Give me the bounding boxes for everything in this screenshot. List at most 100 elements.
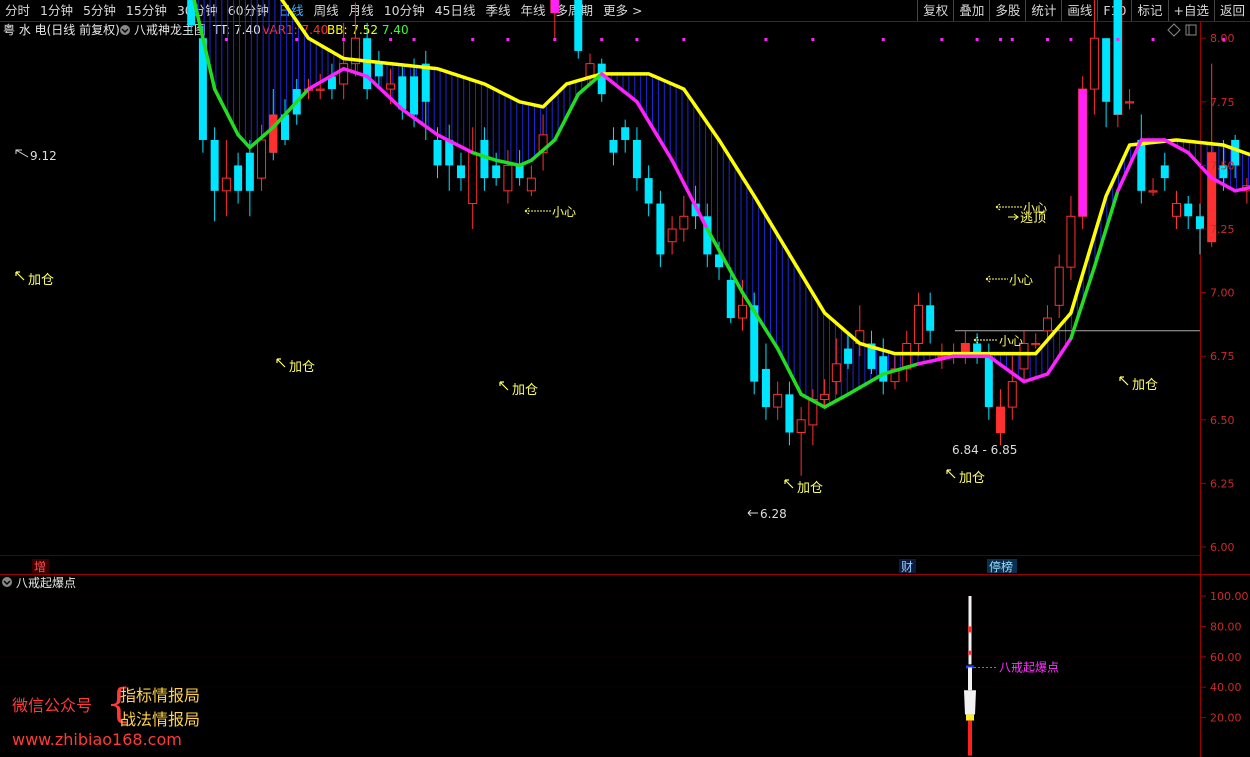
burst-bar-red2 [968,650,972,655]
candle-body [1054,266,1064,306]
escape-arrow [1008,213,1019,221]
var1-value: VAR1: 7.40 [262,23,328,37]
caution-label: 小心 [999,334,1023,348]
price-axis: 6.006.256.506.757.007.257.507.758.008.25… [1201,32,1235,554]
stock-title: 粤 水 电(日线 前复权) [3,22,120,37]
arrow-icon [499,381,509,391]
candle-body [585,63,595,77]
caution-label: 小心 [1009,273,1033,287]
signal-dot [1151,38,1155,41]
indicator-header: 粤 水 电(日线 前复权) 八戒神龙主图 TT: 7.40 VAR1: 7.40… [3,22,409,37]
signal-dot [940,38,944,41]
candle-body [374,63,383,77]
candle-body [831,363,841,383]
highlight-candle [550,0,559,13]
diamond-icon[interactable] [1167,23,1181,37]
signal-dot [1045,38,1049,41]
candle-body [726,279,735,319]
y-tick-label: 6.50 [1210,414,1235,427]
signal-dot [1069,38,1073,41]
sub-y-tick-label: 40.00 [1210,681,1242,694]
add-position-label: 加仓 [512,383,538,398]
candle-body [574,0,583,51]
caution-label: 小心 [552,205,576,219]
support-segment [517,158,534,168]
y-tick-label: 6.00 [1210,541,1235,554]
y-tick-label: 6.75 [1210,350,1235,363]
support-segment [271,87,311,129]
add-position-label: 加仓 [28,273,54,288]
arrow-icon [15,271,25,281]
indicator-menu-icon[interactable] [120,25,130,35]
burst-bar-red [968,626,972,633]
arrow-icon [784,479,794,489]
candle-body [621,127,630,140]
signal-dot [1116,38,1120,41]
candle-body [796,419,806,434]
main-plot: 9.126.286.84 - 6.85加仓加仓加仓加仓加仓加仓小心 小心小心小心逃… [15,0,1250,574]
sub-indicator-title: 八戒起爆点 [16,576,76,590]
candle-body [879,356,888,382]
y-tick-label: 7.00 [1210,287,1235,300]
caution-arrow [973,336,998,344]
candle-body [245,152,254,191]
candle-body [609,139,618,153]
arrow-icon [276,358,286,368]
low-marker [747,509,758,517]
signal-dot [811,38,815,41]
high-label: 9.12 [30,149,57,163]
candle-body [492,165,501,179]
candle-body [656,203,665,255]
candle-body [526,177,536,192]
candle-body [210,139,219,191]
support-segment [635,100,674,163]
candle-body [1160,165,1169,179]
signal-dot [635,38,639,41]
support-segment [740,290,780,351]
add-position-label: 加仓 [959,471,985,486]
event-tag-zeng: 增 [34,560,46,574]
candle-body [1007,381,1017,408]
support-segment [212,87,240,137]
add-position-label: 加仓 [797,481,823,496]
signal-dot [412,38,416,41]
candle-body [984,356,993,408]
burst-bar-flame [966,714,974,721]
support-segment [400,107,440,137]
sub-indicator-header: 八戒起爆点 [2,576,76,590]
signal-dot [342,38,346,41]
sub-menu-icon[interactable] [2,577,12,587]
candle-body [503,164,513,192]
sub-y-tick-label: 60.00 [1210,651,1242,664]
signal-dot [506,38,510,41]
candle-body [1172,203,1181,217]
support-segment [599,72,639,104]
y-tick-label: 8.00 [1210,32,1235,45]
arrow-icon [1119,376,1129,386]
watermark: 微信公众号 { 指标情报局 战法情报局 www.zhibiao168.com [12,682,232,752]
signal-dot [975,38,979,41]
indicator-title: 八戒神龙主图 [134,23,206,37]
candle-body [339,63,349,85]
window-icon[interactable] [1185,24,1197,36]
candle-body [644,178,653,204]
y-tick-label: 6.25 [1210,477,1235,490]
candles [187,0,1250,476]
candle-body [667,228,677,243]
highlight-candle [1113,0,1122,115]
support-segment [435,133,475,155]
candle-body [515,165,524,179]
caution-arrow [524,207,551,215]
burst-bar-mid [968,667,972,691]
add-position-label: 加仓 [1132,378,1158,393]
candle-body [1089,37,1099,90]
candle-body [820,393,830,400]
event-tag-tingbang: 停榜 [989,559,1013,574]
candle-body [363,38,372,90]
candle-body [1148,190,1158,193]
support-segment [705,227,745,295]
support-segment [236,133,252,150]
sub-y-tick-label: 20.00 [1210,712,1242,725]
candle-body [844,348,853,364]
add-position-label: 加仓 [289,360,315,375]
